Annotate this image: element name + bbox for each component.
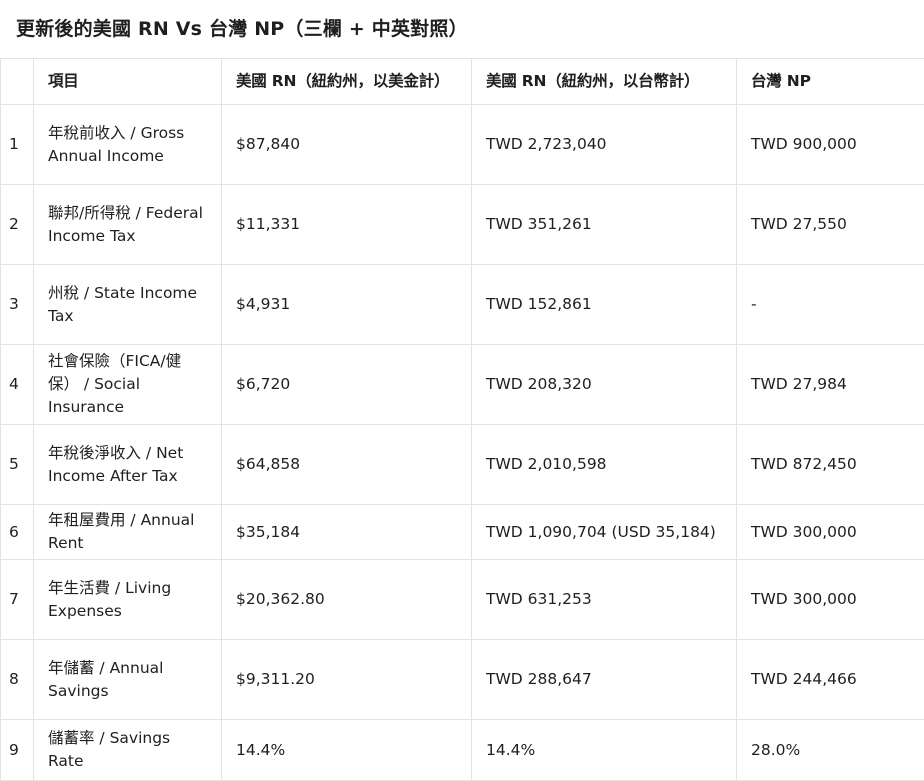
table-row: 3 州稅 / State Income Tax $4,931 TWD 152,8… (1, 265, 924, 345)
row-taiwan-np: 28.0% (737, 720, 924, 781)
row-index: 2 (1, 185, 34, 265)
table-row: 6 年租屋費用 / Annual Rent $35,184 TWD 1,090,… (1, 505, 924, 560)
row-twd: TWD 288,647 (472, 640, 737, 720)
table-row: 7 年生活費 / Living Expenses $20,362.80 TWD … (1, 560, 924, 640)
header-index (1, 59, 34, 105)
header-us-rn-usd: 美國 RN（紐約州，以美金計） (222, 59, 472, 105)
row-item: 年租屋費用 / Annual Rent (34, 505, 222, 560)
row-item: 年稅前收入 / Gross Annual Income (34, 105, 222, 185)
table-row: 1 年稅前收入 / Gross Annual Income $87,840 TW… (1, 105, 924, 185)
row-taiwan-np: TWD 300,000 (737, 560, 924, 640)
row-twd: TWD 351,261 (472, 185, 737, 265)
row-twd: TWD 152,861 (472, 265, 737, 345)
row-usd: $9,311.20 (222, 640, 472, 720)
header-item: 項目 (34, 59, 222, 105)
row-taiwan-np: - (737, 265, 924, 345)
row-item: 年儲蓄 / Annual Savings (34, 640, 222, 720)
row-usd: 14.4% (222, 720, 472, 781)
row-index: 5 (1, 425, 34, 505)
row-index: 8 (1, 640, 34, 720)
table-row: 8 年儲蓄 / Annual Savings $9,311.20 TWD 288… (1, 640, 924, 720)
row-index: 4 (1, 345, 34, 425)
header-us-rn-twd: 美國 RN（紐約州，以台幣計） (472, 59, 737, 105)
table-row: 4 社會保險（FICA/健保） / Social Insurance $6,72… (1, 345, 924, 425)
table-row: 9 儲蓄率 / Savings Rate 14.4% 14.4% 28.0% (1, 720, 924, 781)
comparison-table: 項目 美國 RN（紐約州，以美金計） 美國 RN（紐約州，以台幣計） 台灣 NP… (0, 58, 924, 781)
row-usd: $64,858 (222, 425, 472, 505)
table-header-row: 項目 美國 RN（紐約州，以美金計） 美國 RN（紐約州，以台幣計） 台灣 NP (1, 59, 924, 105)
row-usd: $87,840 (222, 105, 472, 185)
row-item: 儲蓄率 / Savings Rate (34, 720, 222, 781)
page-title: 更新後的美國 RN Vs 台灣 NP（三欄 + 中英對照） (16, 14, 468, 41)
row-twd: 14.4% (472, 720, 737, 781)
row-index: 1 (1, 105, 34, 185)
row-taiwan-np: TWD 27,550 (737, 185, 924, 265)
header-taiwan-np: 台灣 NP (737, 59, 924, 105)
row-index: 7 (1, 560, 34, 640)
row-item: 州稅 / State Income Tax (34, 265, 222, 345)
row-index: 9 (1, 720, 34, 781)
row-taiwan-np: TWD 244,466 (737, 640, 924, 720)
table-row: 2 聯邦/所得稅 / Federal Income Tax $11,331 TW… (1, 185, 924, 265)
table-row: 5 年稅後淨收入 / Net Income After Tax $64,858 … (1, 425, 924, 505)
row-twd: TWD 2,010,598 (472, 425, 737, 505)
row-twd: TWD 631,253 (472, 560, 737, 640)
row-usd: $35,184 (222, 505, 472, 560)
row-usd: $20,362.80 (222, 560, 472, 640)
row-index: 6 (1, 505, 34, 560)
row-taiwan-np: TWD 300,000 (737, 505, 924, 560)
row-twd: TWD 208,320 (472, 345, 737, 425)
row-item: 社會保險（FICA/健保） / Social Insurance (34, 345, 222, 425)
row-twd: TWD 2,723,040 (472, 105, 737, 185)
row-item: 年生活費 / Living Expenses (34, 560, 222, 640)
row-item: 聯邦/所得稅 / Federal Income Tax (34, 185, 222, 265)
row-taiwan-np: TWD 27,984 (737, 345, 924, 425)
row-taiwan-np: TWD 872,450 (737, 425, 924, 505)
row-item: 年稅後淨收入 / Net Income After Tax (34, 425, 222, 505)
row-index: 3 (1, 265, 34, 345)
row-usd: $11,331 (222, 185, 472, 265)
row-usd: $6,720 (222, 345, 472, 425)
row-usd: $4,931 (222, 265, 472, 345)
row-twd: TWD 1,090,704 (USD 35,184) (472, 505, 737, 560)
row-taiwan-np: TWD 900,000 (737, 105, 924, 185)
